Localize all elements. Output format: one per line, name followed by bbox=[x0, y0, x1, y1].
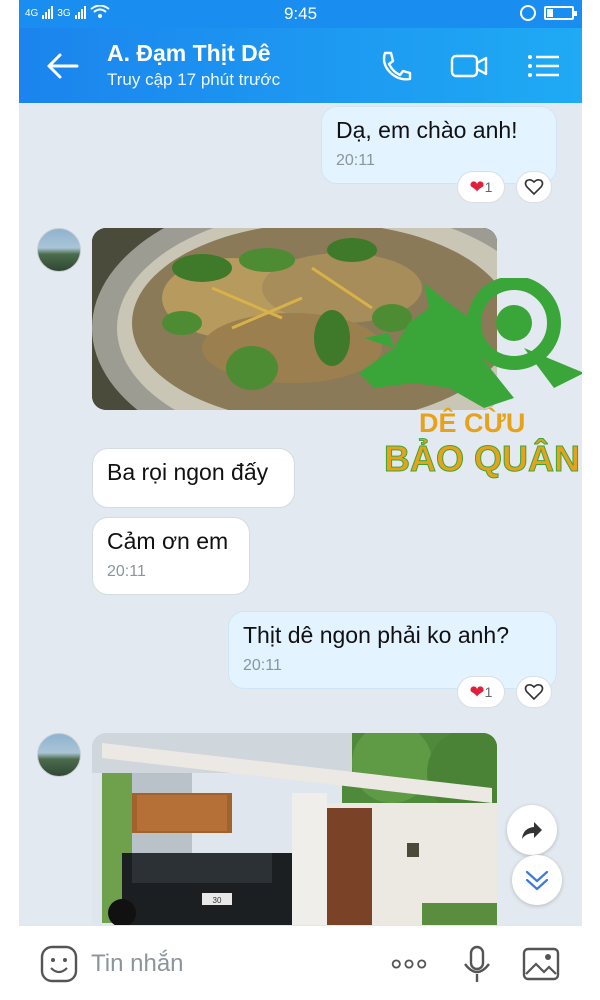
message-bubble-incoming[interactable]: Cảm ơn em 20:11 bbox=[92, 517, 250, 595]
scroll-to-bottom-button[interactable] bbox=[512, 855, 562, 905]
heart-outline-icon bbox=[524, 178, 544, 196]
heart-outline-icon bbox=[524, 683, 544, 701]
menu-list-icon[interactable] bbox=[524, 48, 564, 84]
watermark-text-line1: DÊ CỪU bbox=[419, 408, 526, 438]
message-input-bar: Tin nhắn bbox=[19, 925, 582, 1000]
battery-icon bbox=[544, 6, 577, 20]
chat-area[interactable]: Dạ, em chào anh! 20:11 ❤ 1 Ba rọi ngon đ… bbox=[19, 103, 582, 925]
reaction-count-badge[interactable]: ❤ 1 bbox=[457, 171, 505, 203]
contact-name[interactable]: A. Đạm Thịt Dê bbox=[107, 40, 271, 67]
double-chevron-down-icon bbox=[525, 870, 549, 891]
back-arrow-icon[interactable] bbox=[43, 50, 83, 82]
rotation-lock-icon bbox=[520, 5, 536, 21]
heart-react-button[interactable] bbox=[516, 171, 552, 203]
license-plate: 30 bbox=[213, 896, 222, 905]
microphone-icon[interactable] bbox=[457, 944, 497, 984]
message-time: 20:11 bbox=[336, 152, 375, 169]
message-bubble-incoming[interactable]: Ba rọi ngon đấy bbox=[92, 448, 295, 508]
video-call-icon[interactable] bbox=[449, 48, 489, 84]
message-text: Cảm ơn em bbox=[107, 528, 229, 554]
message-bubble-outgoing[interactable]: Dạ, em chào anh! 20:11 bbox=[321, 106, 557, 184]
goat-logo-icon bbox=[359, 276, 582, 408]
house-photo-image: 30 bbox=[92, 733, 497, 925]
heart-filled-icon: ❤ bbox=[469, 176, 485, 197]
message-text: Ba rọi ngon đấy bbox=[107, 459, 269, 485]
contact-avatar[interactable] bbox=[37, 228, 81, 272]
message-text: Dạ, em chào anh! bbox=[336, 117, 518, 143]
share-arrow-icon bbox=[522, 822, 542, 839]
reaction-count-badge[interactable]: ❤ 1 bbox=[457, 676, 505, 708]
message-input[interactable]: Tin nhắn bbox=[91, 950, 184, 978]
message-bubble-outgoing[interactable]: Thịt dê ngon phải ko anh? 20:11 bbox=[228, 611, 557, 689]
gallery-image-icon[interactable] bbox=[521, 944, 561, 984]
heart-react-button[interactable] bbox=[516, 676, 552, 708]
message-time: 20:11 bbox=[243, 657, 282, 674]
watermark-logo: DÊ CỪU BẢO QUÂN bbox=[354, 276, 582, 488]
status-bar: 4G 3G 9:45 bbox=[19, 0, 582, 28]
phone-call-icon[interactable] bbox=[375, 48, 415, 84]
watermark-text-line2: BẢO QUÂN bbox=[384, 438, 581, 480]
chat-header: A. Đạm Thịt Dê Truy cập 17 phút trước bbox=[19, 28, 582, 103]
reaction-count: 1 bbox=[484, 179, 493, 195]
clock: 9:45 bbox=[283, 4, 318, 23]
more-options-icon[interactable] bbox=[389, 944, 429, 984]
contact-avatar[interactable] bbox=[37, 733, 81, 777]
last-seen-status: Truy cập 17 phút trước bbox=[107, 70, 281, 89]
forward-button[interactable] bbox=[507, 805, 557, 855]
message-time: 20:11 bbox=[107, 563, 146, 580]
house-photo[interactable]: 30 bbox=[92, 733, 497, 925]
sticker-emoji-icon[interactable] bbox=[39, 944, 79, 984]
heart-filled-icon: ❤ bbox=[469, 681, 485, 702]
reaction-count: 1 bbox=[484, 684, 493, 700]
message-text: Thịt dê ngon phải ko anh? bbox=[243, 622, 509, 648]
